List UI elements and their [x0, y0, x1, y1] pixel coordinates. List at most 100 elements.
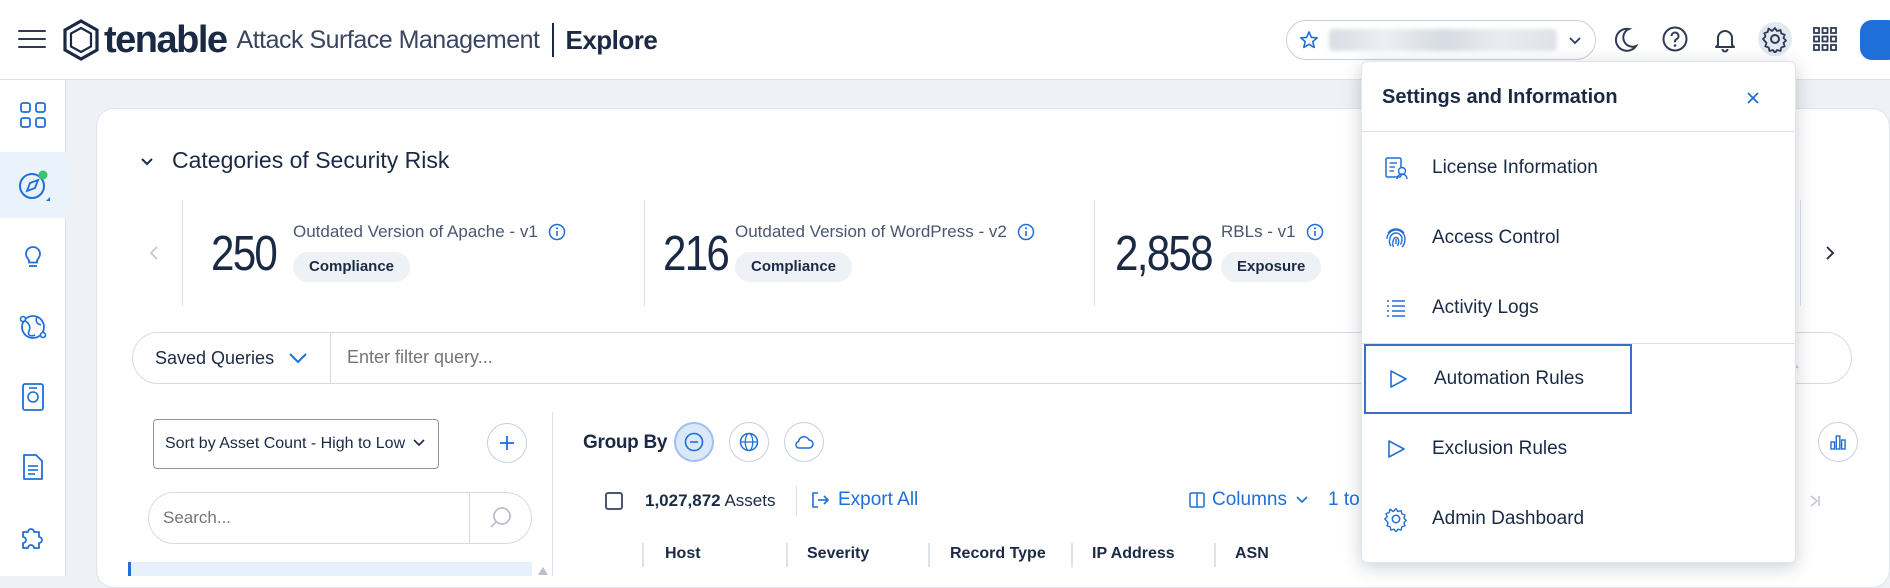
admin-dashboard-item[interactable]: Admin Dashboard: [1362, 484, 1795, 554]
sort-select[interactable]: Sort by Asset Count - High to Low: [153, 419, 439, 469]
globe-network-icon[interactable]: [0, 294, 66, 360]
tenant-selector[interactable]: [1286, 20, 1596, 60]
sort-select-value: Sort by Asset Count - High to Low: [165, 435, 406, 452]
panel-divider: [552, 412, 553, 576]
minus-circle-icon: [684, 432, 704, 452]
info-icon[interactable]: [1306, 223, 1324, 241]
activity-logs-label: Activity Logs: [1432, 297, 1539, 318]
activity-logs-item[interactable]: Activity Logs: [1362, 273, 1795, 343]
group-domain-button[interactable]: [729, 422, 769, 462]
filter-query-input[interactable]: [347, 347, 1147, 368]
list-item-selected[interactable]: [128, 562, 532, 576]
explore-compass-icon[interactable]: [0, 152, 66, 218]
left-search: [148, 492, 532, 544]
columns-dropdown[interactable]: Columns: [1188, 489, 1309, 511]
play-outline-icon: [1382, 435, 1410, 463]
reports-icon[interactable]: [0, 364, 66, 430]
asset-count: 1,027,872 Assets: [645, 491, 775, 511]
apps-grid-icon[interactable]: [1808, 22, 1842, 56]
column-header-ip-address[interactable]: IP Address: [1092, 545, 1175, 563]
gear-icon[interactable]: [1758, 22, 1792, 56]
columns-icon: [1189, 492, 1205, 508]
access-control-label: Access Control: [1432, 227, 1560, 248]
risk-count: 216: [663, 227, 730, 281]
category-badge: Exposure: [1221, 252, 1322, 282]
bell-icon[interactable]: [1708, 22, 1742, 56]
info-icon[interactable]: [1017, 223, 1035, 241]
close-icon[interactable]: [1743, 88, 1763, 108]
risk-card[interactable]: 216 Outdated Version of WordPress - v2 C…: [644, 200, 1094, 306]
access-control-item[interactable]: Access Control: [1362, 203, 1795, 273]
fingerprint-icon: [1382, 224, 1410, 252]
menu-icon[interactable]: [18, 30, 46, 50]
category-badge: Compliance: [293, 252, 411, 282]
admin-dashboard-label: Admin Dashboard: [1432, 508, 1585, 529]
asset-count-label: Assets: [724, 491, 776, 510]
risk-name: Outdated Version of WordPress - v2: [735, 222, 1035, 242]
chevron-down-icon: [289, 353, 307, 364]
chevron-down-icon: [413, 439, 425, 447]
chevron-right-icon[interactable]: [1822, 244, 1838, 262]
search-icon: [489, 507, 511, 528]
risk-name-text: RBLs - v1: [1221, 222, 1296, 241]
columns-label: Columns: [1212, 489, 1287, 510]
insights-bulb-icon[interactable]: [0, 224, 66, 290]
license-information-item[interactable]: License Information: [1362, 133, 1795, 203]
risk-name: RBLs - v1: [1221, 222, 1324, 242]
asset-count-value: 1,027,872: [645, 491, 721, 510]
select-all-checkbox[interactable]: [605, 492, 623, 510]
logo-wordmark: tenable: [104, 18, 228, 61]
carousel-divider: [1800, 200, 1801, 306]
export-all-button[interactable]: Export All: [810, 489, 918, 511]
page-title: Explore: [565, 24, 658, 55]
help-icon[interactable]: [1658, 22, 1692, 56]
bar-chart-icon: [1830, 435, 1846, 450]
toolbar-divider: [796, 486, 797, 516]
gear-icon: [1382, 505, 1410, 533]
title-separator: [551, 23, 554, 57]
product-name: Attack Surface Management: [236, 25, 540, 54]
dashboard-icon[interactable]: [0, 82, 66, 148]
column-divider: [1214, 543, 1216, 567]
add-button[interactable]: [487, 423, 527, 463]
avatar[interactable]: [1860, 20, 1890, 60]
risk-name-text: Outdated Version of WordPress - v2: [735, 222, 1007, 241]
globe-icon: [739, 432, 759, 452]
column-divider: [1071, 543, 1073, 567]
star-icon[interactable]: [1299, 30, 1319, 50]
app-logo[interactable]: tenable Attack Surface Management Explor…: [60, 16, 658, 64]
settings-panel-title: Settings and Information: [1382, 86, 1618, 108]
chart-view-button[interactable]: [1818, 422, 1858, 462]
tenable-logo-icon: [63, 19, 99, 61]
integrations-puzzle-icon[interactable]: [0, 504, 66, 570]
risk-name: Outdated Version of Apache - v1: [293, 222, 566, 242]
chevron-left-icon[interactable]: [146, 244, 162, 262]
license-icon: [1382, 154, 1410, 182]
document-icon[interactable]: [0, 434, 66, 500]
saved-queries-label: Saved Queries: [155, 347, 275, 368]
column-header-record-type[interactable]: Record Type: [950, 545, 1046, 563]
exclusion-rules-label: Exclusion Rules: [1432, 438, 1568, 459]
risk-card[interactable]: 250 Outdated Version of Apache - v1 Comp…: [182, 200, 642, 306]
column-header-severity[interactable]: Severity: [807, 545, 869, 563]
left-search-input[interactable]: [163, 508, 463, 528]
export-all-label: Export All: [838, 489, 919, 510]
left-search-button[interactable]: [469, 493, 531, 543]
column-header-asn[interactable]: ASN: [1235, 545, 1269, 563]
moon-icon[interactable]: [1608, 22, 1642, 56]
side-navigation: [0, 80, 66, 576]
saved-queries-dropdown[interactable]: Saved Queries: [133, 333, 331, 383]
pagination-range: 1 to: [1328, 489, 1360, 510]
export-icon: [812, 492, 830, 508]
last-page-icon[interactable]: [1808, 494, 1822, 508]
automation-rules-item[interactable]: Automation Rules: [1364, 344, 1632, 414]
exclusion-rules-item[interactable]: Exclusion Rules: [1362, 414, 1795, 484]
chevron-down-icon[interactable]: [138, 152, 156, 170]
column-divider: [928, 543, 930, 567]
group-none-button[interactable]: [674, 422, 714, 462]
group-cloud-button[interactable]: [784, 422, 824, 462]
info-icon[interactable]: [548, 223, 566, 241]
scroll-up-icon[interactable]: [537, 566, 549, 576]
column-header-host[interactable]: Host: [665, 545, 701, 563]
section-header[interactable]: Categories of Security Risk: [138, 147, 449, 174]
